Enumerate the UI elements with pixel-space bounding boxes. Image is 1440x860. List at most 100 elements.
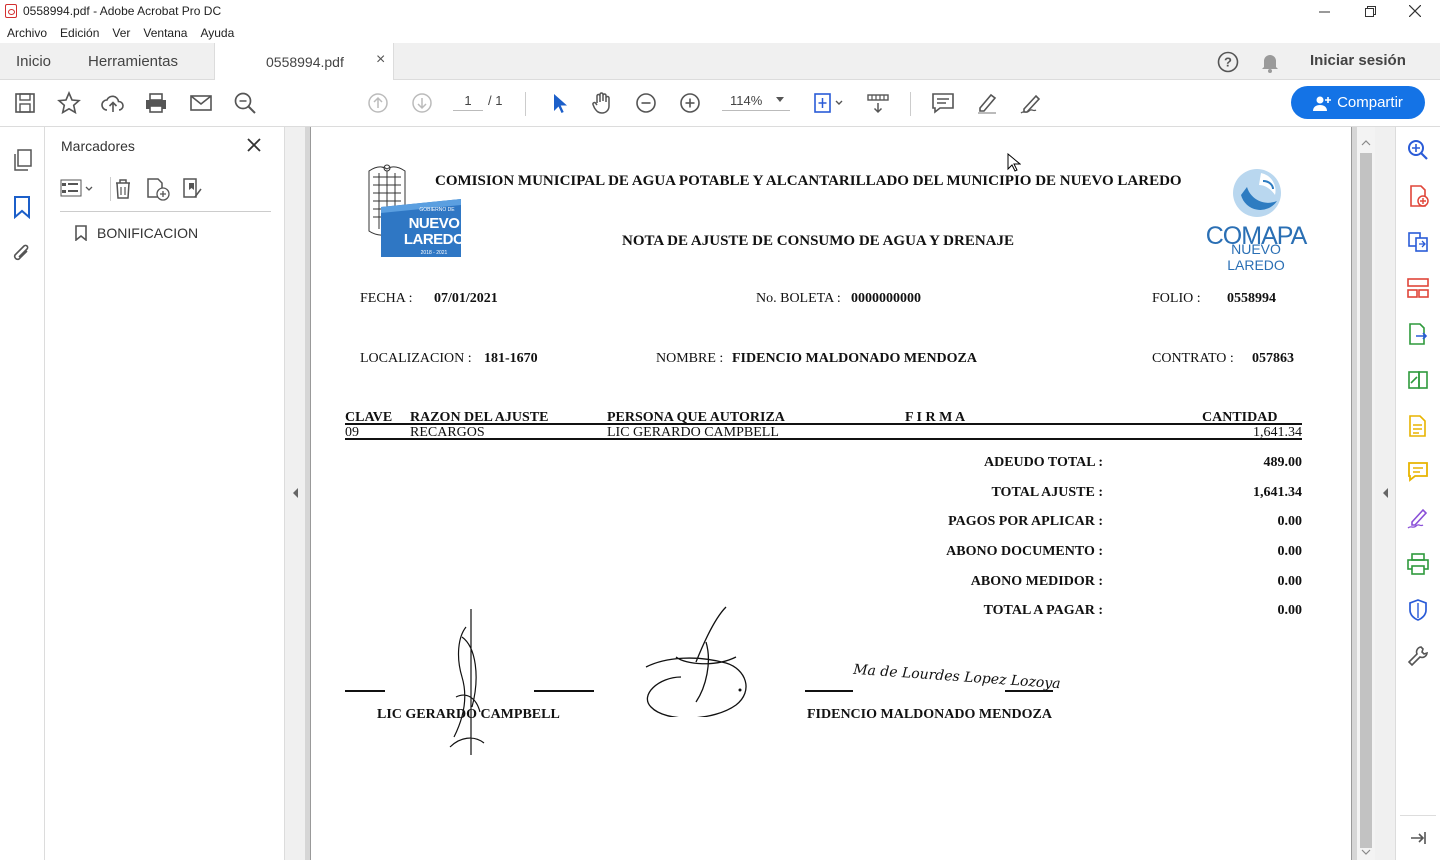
add-user-icon [1313, 96, 1332, 111]
select-cursor-icon[interactable] [546, 90, 572, 116]
bell-icon[interactable] [1260, 51, 1280, 78]
create-pdf-icon[interactable] [1407, 185, 1429, 207]
rail-divider [1400, 815, 1436, 816]
signin-link[interactable]: Iniciar sesión [1310, 52, 1406, 69]
close-panel-icon[interactable] [247, 136, 261, 157]
export-pdf-icon[interactable] [1407, 323, 1429, 345]
scroll-up-icon[interactable] [1357, 137, 1375, 149]
zoom-select[interactable]: 114% [722, 93, 790, 111]
print-icon[interactable] [143, 90, 169, 116]
bookmark-icon[interactable] [13, 195, 31, 224]
tab-inicio[interactable]: Inicio [16, 43, 51, 80]
highlight-pen-icon[interactable] [974, 90, 1000, 116]
save-icon[interactable] [12, 90, 38, 116]
zoom-search-icon[interactable] [232, 90, 258, 116]
localizacion-value: 181-1670 [484, 351, 538, 366]
scrollbar-thumb[interactable] [1360, 153, 1372, 848]
bookmark-item-icon [75, 225, 87, 241]
comment-tool-icon[interactable] [1407, 461, 1429, 483]
organize-pages-icon[interactable] [1407, 277, 1429, 299]
upload-cloud-icon[interactable] [100, 90, 126, 116]
scroll-mode-icon[interactable] [865, 90, 891, 116]
right-tools-rail [1395, 127, 1440, 860]
total-value-abono-medidor: 0.00 [1277, 574, 1303, 589]
menu-edicion[interactable]: Edición [60, 26, 99, 40]
fit-page-icon[interactable] [811, 90, 845, 116]
bookmark-item-label: BONIFICACION [97, 225, 199, 241]
star-icon[interactable] [56, 90, 82, 116]
protect-shield-icon[interactable] [1407, 599, 1429, 621]
bookmark-properties-icon[interactable] [181, 177, 205, 206]
new-bookmark-icon[interactable] [145, 177, 171, 206]
tab-close-icon[interactable]: × [376, 51, 385, 69]
tab-document[interactable]: 0558994.pdf × [214, 43, 394, 81]
comment-icon[interactable] [930, 90, 956, 116]
left-panel-collapse[interactable] [285, 127, 305, 860]
attachment-icon[interactable] [11, 242, 33, 271]
mouse-cursor-icon [1007, 153, 1021, 172]
bookmarks-divider [60, 211, 271, 212]
fill-sign-doc-icon[interactable] [1407, 415, 1429, 437]
logo-left-gov: GOBIERNO DE [419, 207, 455, 213]
combine-files-icon[interactable] [1407, 231, 1429, 253]
signature-line-right-a [805, 690, 853, 692]
tab-herramientas[interactable]: Herramientas [88, 43, 178, 80]
total-label-adeudo: ADEUDO TOTAL : [983, 455, 1103, 470]
localizacion-label: LOCALIZACION : [360, 351, 472, 366]
more-tools-wrench-icon[interactable] [1407, 645, 1429, 667]
minimize-icon[interactable] [1301, 0, 1347, 22]
boleta-value: 0000000000 [851, 291, 921, 306]
total-label-ajuste: TOTAL AJUSTE : [991, 485, 1103, 500]
chevron-down-icon [776, 97, 784, 102]
close-icon[interactable] [1392, 0, 1438, 22]
hand-tool-icon[interactable] [589, 90, 615, 116]
zoom-in-icon[interactable] [677, 90, 703, 116]
zoom-out-icon[interactable] [633, 90, 659, 116]
menu-ventana[interactable]: Ventana [143, 26, 187, 40]
main-toolbar: 1 / 1 114% Compartir [0, 80, 1440, 127]
vertical-scrollbar[interactable] [1357, 127, 1375, 860]
right-panel-collapse[interactable] [1375, 127, 1395, 860]
window-title: 0558994.pdf - Adobe Acrobat Pro DC [23, 4, 222, 18]
nombre-value: FIDENCIO MALDONADO MENDOZA [732, 351, 977, 366]
tab-bar: Inicio Herramientas 0558994.pdf × ? Inic… [0, 43, 1440, 81]
next-page-icon[interactable] [409, 90, 435, 116]
menu-bar: Archivo Edición Ver Ventana Ayuda [0, 22, 1440, 43]
delete-bookmark-icon[interactable] [112, 178, 134, 205]
total-value-pagar: 0.00 [1277, 603, 1303, 618]
share-button[interactable]: Compartir [1291, 86, 1425, 119]
collapse-tools-icon[interactable] [1407, 827, 1429, 849]
contrato-label: CONTRATO : [1152, 351, 1234, 366]
signature-line-left-b [534, 690, 594, 692]
share-label: Compartir [1337, 94, 1403, 111]
sign-pen-icon[interactable] [1018, 90, 1044, 116]
help-icon[interactable]: ? [1217, 51, 1239, 78]
fill-and-sign-icon[interactable] [1407, 507, 1429, 529]
svg-text:?: ? [1224, 55, 1232, 70]
handwritten-signature-center [645, 606, 747, 717]
handwritten-signature-left [449, 609, 485, 755]
fecha-label: FECHA : [360, 291, 413, 306]
contrato-value: 057863 [1252, 351, 1294, 366]
menu-ayuda[interactable]: Ayuda [200, 26, 234, 40]
page-thumbnails-icon[interactable] [11, 148, 33, 177]
signer-left-name: LIC GERARDO CAMPBELL [377, 707, 560, 722]
tab-document-label: 0558994.pdf [266, 54, 344, 70]
bookmark-item[interactable]: BONIFICACION [75, 225, 198, 241]
prev-page-icon[interactable] [365, 90, 391, 116]
scan-print-icon[interactable] [1407, 553, 1429, 575]
total-value-abono-documento: 0.00 [1277, 544, 1303, 559]
scroll-down-icon[interactable] [1357, 846, 1375, 858]
menu-archivo[interactable]: Archivo [7, 26, 47, 40]
page-number-input[interactable]: 1 [453, 93, 483, 111]
bookmarks-panel: Marcadores BONIFICACION [45, 127, 285, 860]
bookmark-options-icon[interactable] [60, 178, 96, 205]
title-bar: 0558994.pdf - Adobe Acrobat Pro DC [0, 0, 1440, 22]
edit-pdf-icon[interactable] [1407, 369, 1429, 391]
search-zoom-icon[interactable] [1407, 139, 1429, 161]
folio-value: 0558994 [1227, 291, 1276, 306]
mail-icon[interactable] [188, 90, 214, 116]
restore-icon[interactable] [1347, 0, 1393, 22]
page-total: / 1 [488, 93, 503, 108]
menu-ver[interactable]: Ver [112, 26, 130, 40]
